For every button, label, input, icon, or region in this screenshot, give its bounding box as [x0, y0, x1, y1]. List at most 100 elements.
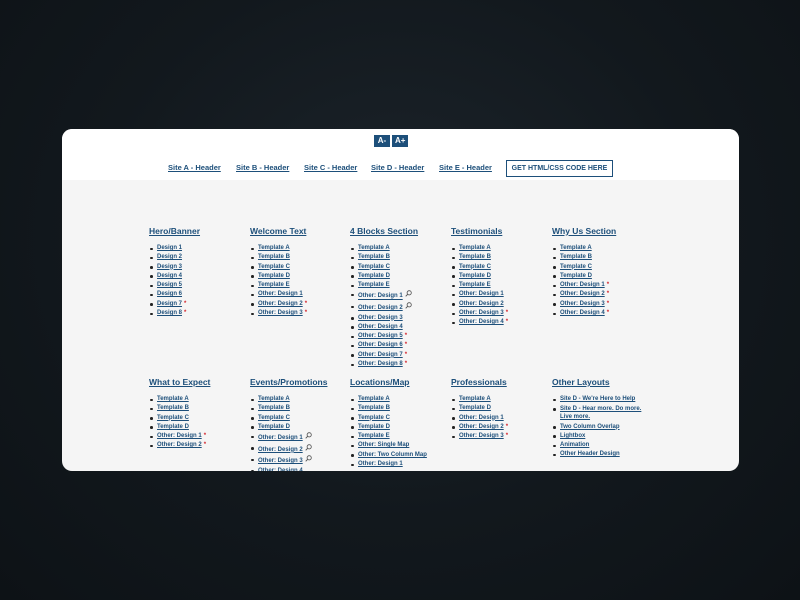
template-link[interactable]: Template D — [560, 273, 592, 279]
template-link[interactable]: Design 6 — [157, 291, 182, 297]
section-title[interactable]: Welcome Text — [250, 226, 342, 236]
template-link[interactable]: Other: Design 2 — [358, 305, 403, 311]
template-link[interactable]: Other: Design 2 — [258, 447, 303, 453]
template-link[interactable]: Template C — [459, 264, 491, 270]
template-link[interactable]: Lightbox — [560, 433, 585, 439]
section-title[interactable]: Testimonials — [451, 226, 543, 236]
template-link[interactable]: Template B — [258, 254, 290, 260]
template-link[interactable]: Template C — [358, 415, 390, 421]
template-link[interactable]: Other: Design 3 — [358, 315, 403, 321]
template-link[interactable]: Design 4 — [157, 273, 182, 279]
template-link[interactable]: Template B — [258, 405, 290, 411]
template-link[interactable]: Other: Design 2 — [459, 301, 504, 307]
section-title[interactable]: Professionals — [451, 377, 543, 387]
template-link[interactable]: Template A — [560, 245, 592, 251]
template-link[interactable]: Design 1 — [157, 245, 182, 251]
template-link[interactable]: Design 7 — [157, 301, 182, 307]
template-link[interactable]: Other: Design 2 — [157, 442, 202, 448]
nav-link-site-a[interactable]: Site A - Header — [168, 163, 221, 172]
template-link[interactable]: Template D — [358, 424, 390, 430]
section-title[interactable]: Locations/Map — [350, 377, 442, 387]
template-link[interactable]: Other: Two Column Map — [358, 452, 427, 458]
template-link[interactable]: Other: Design 4 — [560, 310, 605, 316]
template-link[interactable]: Design 8 — [157, 310, 182, 316]
template-link[interactable]: Other: Design 6 — [358, 342, 403, 348]
section-title[interactable]: 4 Blocks Section — [350, 226, 442, 236]
template-link[interactable]: Other: Design 2 — [560, 291, 605, 297]
template-link[interactable]: Other: Design 3 — [560, 301, 605, 307]
nav-link-site-b[interactable]: Site B - Header — [236, 163, 289, 172]
template-link[interactable]: Two Column Overlap — [560, 424, 620, 430]
template-link[interactable]: Other: Design 1 — [459, 415, 504, 421]
font-increase-button[interactable]: A+ — [392, 135, 409, 147]
template-link[interactable]: Template D — [459, 273, 491, 279]
template-link[interactable]: Template A — [258, 245, 290, 251]
template-link[interactable]: Template B — [358, 254, 390, 260]
template-link[interactable]: Other: Design 1 — [258, 291, 303, 297]
template-link[interactable]: Other: Design 3 — [258, 310, 303, 316]
template-link[interactable]: Template E — [358, 282, 390, 288]
template-link[interactable]: Template C — [258, 264, 290, 270]
template-link[interactable]: Other: Design 4 — [358, 324, 403, 330]
section-title[interactable]: Why Us Section — [552, 226, 644, 236]
template-link[interactable]: Other: Design 1 — [358, 294, 403, 300]
template-link[interactable]: Other: Design 3 — [258, 458, 303, 464]
nav-link-site-c[interactable]: Site C - Header — [304, 163, 357, 172]
template-link[interactable]: Template D — [258, 424, 290, 430]
template-link[interactable]: Template E — [258, 282, 290, 288]
template-link[interactable]: Template B — [459, 254, 491, 260]
template-link[interactable]: Site D - We're Here to Help — [560, 396, 635, 402]
template-link[interactable]: Template C — [258, 415, 290, 421]
template-link[interactable]: Design 5 — [157, 282, 182, 288]
template-link[interactable]: Template A — [358, 245, 390, 251]
template-link[interactable]: Site D - Hear more. Do more. Live more. — [560, 406, 641, 421]
section-title[interactable]: What to Expect — [149, 377, 241, 387]
template-link[interactable]: Other: Design 1 — [459, 291, 504, 297]
template-link[interactable]: Other: Design 4 — [258, 468, 303, 471]
template-link[interactable]: Template E — [459, 282, 491, 288]
template-link[interactable]: Template C — [358, 264, 390, 270]
template-link[interactable]: Other: Design 1 — [258, 435, 303, 441]
template-link[interactable]: Template B — [560, 254, 592, 260]
template-link[interactable]: Template B — [358, 405, 390, 411]
list-item: Template C — [150, 414, 241, 423]
template-link[interactable]: Other: Design 5 — [358, 333, 403, 339]
template-link[interactable]: Template C — [157, 415, 189, 421]
template-link[interactable]: Other: Design 3 — [459, 310, 504, 316]
template-link[interactable]: Template D — [459, 405, 491, 411]
list-item: Template D — [452, 404, 543, 413]
section-title[interactable]: Other Layouts — [552, 377, 644, 387]
font-decrease-button[interactable]: A- — [374, 135, 390, 147]
template-link[interactable]: Other: Design 2 — [459, 424, 504, 430]
template-link[interactable]: Other: Single Map — [358, 442, 409, 448]
template-link[interactable]: Animation — [560, 442, 589, 448]
template-link[interactable]: Template A — [157, 396, 189, 402]
template-link[interactable]: Template C — [560, 264, 592, 270]
template-link[interactable]: Other: Design 1 — [358, 461, 403, 467]
nav-link-site-e[interactable]: Site E - Header — [439, 163, 492, 172]
template-link[interactable]: Template D — [157, 424, 189, 430]
get-code-button[interactable]: GET HTML/CSS CODE HERE — [506, 160, 613, 177]
template-link[interactable]: Other: Design 1 — [157, 433, 202, 439]
section-title[interactable]: Hero/Banner — [149, 226, 241, 236]
template-link[interactable]: Template D — [358, 273, 390, 279]
nav-link-site-d[interactable]: Site D - Header — [371, 163, 424, 172]
template-link[interactable]: Template D — [258, 273, 290, 279]
template-link[interactable]: Other: Design 4 — [459, 319, 504, 325]
template-link[interactable]: Other: Design 3 — [459, 433, 504, 439]
template-link[interactable]: Template A — [358, 396, 390, 402]
section-title[interactable]: Events/Promotions — [250, 377, 342, 387]
template-link[interactable]: Other Header Design — [560, 451, 620, 457]
template-link[interactable]: Design 3 — [157, 264, 182, 270]
main-card: A- A+ Site A - Header Site B - Header Si… — [62, 129, 739, 471]
template-link[interactable]: Template B — [157, 405, 189, 411]
template-link[interactable]: Other: Design 1 — [560, 282, 605, 288]
template-link[interactable]: Other: Design 7 — [358, 352, 403, 358]
template-link[interactable]: Design 2 — [157, 254, 182, 260]
template-link[interactable]: Template E — [358, 433, 390, 439]
template-link[interactable]: Template A — [459, 396, 491, 402]
template-link[interactable]: Template A — [258, 396, 290, 402]
template-link[interactable]: Template A — [459, 245, 491, 251]
template-link[interactable]: Other: Design 8 — [358, 361, 403, 367]
template-link[interactable]: Other: Design 2 — [258, 301, 303, 307]
